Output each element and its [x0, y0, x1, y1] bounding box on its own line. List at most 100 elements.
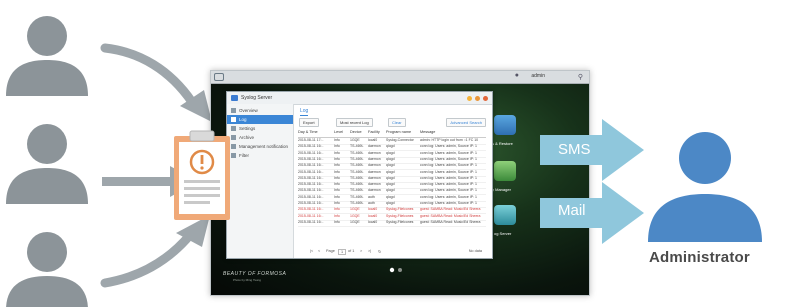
wallpaper-brand: BEAUTY OF FORMOSA	[223, 271, 287, 277]
column-header[interactable]: Program name	[386, 130, 418, 134]
user-icon-top	[6, 16, 88, 96]
tab-log[interactable]: Log	[300, 108, 309, 116]
close-button[interactable]	[483, 96, 488, 101]
search-icon[interactable]: ⚲	[578, 73, 583, 81]
table-cell-device: TS-469L	[350, 156, 364, 161]
arrow-top	[100, 43, 212, 122]
sidebar-item-log[interactable]: Log	[227, 115, 293, 124]
prev-page-button[interactable]: <	[318, 249, 320, 253]
column-header[interactable]: Device	[350, 130, 366, 134]
table-cell-device: 1GQE	[350, 207, 360, 212]
table-cell-facility: auth	[368, 201, 375, 205]
table-cell-message: admin: HTTP login out from ::1 FC 10	[420, 138, 479, 142]
table-cell-device: TS-469L	[350, 194, 364, 199]
sidebar-item-overview[interactable]: Overview	[227, 106, 293, 115]
maximize-button[interactable]	[475, 96, 480, 101]
table-cell-message: conn log: Users: admin, Source IP: 1	[420, 182, 477, 187]
user-icon[interactable]: ●	[515, 72, 519, 79]
refresh-icon[interactable]: ↻	[378, 249, 381, 254]
column-header[interactable]: Facility	[368, 130, 384, 134]
table-cell-message: conn log: Users: admin, Source IP: 1	[420, 201, 477, 205]
storage-manager-app-icon[interactable]	[494, 161, 516, 181]
table-cell-level: Info	[334, 144, 340, 149]
table-cell-device: TS-469L	[350, 163, 364, 168]
table-cell-facility: daemon	[368, 188, 381, 193]
export-button[interactable]: Export	[299, 118, 319, 127]
clear-button[interactable]: Clear	[388, 118, 406, 127]
column-header[interactable]: Message	[420, 130, 486, 134]
column-header[interactable]: Level	[334, 130, 348, 134]
table-cell-level: Info	[334, 213, 340, 218]
show-desktop-icon[interactable]	[214, 73, 224, 81]
sidebar-item-archive[interactable]: Archive	[227, 133, 293, 142]
table-cell-program: qlogd	[386, 144, 395, 149]
table-cell-program: qlogd	[386, 163, 395, 168]
table-cell-message: guest: SAMBA Read: Music/Ed Sheera	[420, 219, 481, 224]
sidebar-item-filter[interactable]: Filter	[227, 151, 293, 160]
table-cell-message: conn log: Users: admin, Source IP: 1	[420, 169, 477, 174]
syslog-server-window: Syslog Server Overview Log Settings Arch…	[226, 91, 493, 259]
table-cell-program: Syslog-Filelcones	[386, 213, 414, 218]
table-cell-level: Info	[334, 219, 340, 224]
next-page-button[interactable]: >	[360, 249, 362, 253]
table-cell-time: 2015-08-11 16:..	[298, 169, 324, 174]
total-label: No data	[468, 249, 482, 253]
table-cell-program: Syslog-Filelcones	[386, 207, 414, 212]
pagination: |< < Page 1 of 1 > >| ↻ No data	[298, 249, 486, 255]
table-header: Day & Time Level Device Facility Program…	[298, 130, 486, 138]
table-cell-time: 2015-08-11 16:..	[298, 144, 324, 149]
table-cell-program: qlogd	[386, 175, 395, 180]
table-cell-level: Info	[334, 175, 340, 180]
syslog-app-icon	[231, 95, 238, 101]
sidebar: Overview Log Settings Archive Management…	[227, 104, 294, 258]
table-cell-time: 2015-08-11 16:..	[298, 150, 324, 155]
nas-desktop-screenshot: ● admin ⚲ s & Restore y Manager og Serve…	[210, 70, 590, 296]
log-range-select[interactable]: Most recent Log	[336, 118, 373, 127]
table-cell-time: 2015-08-11 16:..	[298, 194, 324, 199]
wallpaper-credit: Photo by Ming Tsung	[233, 278, 261, 282]
sms-label: SMS	[558, 141, 591, 158]
table-cell-time: 2015-08-11 16:..	[298, 213, 324, 218]
table-cell-device: 1GQE	[350, 219, 360, 224]
page-input[interactable]: 1	[338, 249, 347, 255]
sidebar-item-settings[interactable]: Settings	[227, 124, 293, 133]
taskbar-username[interactable]: admin	[531, 73, 545, 79]
administrator-label: Administrator	[649, 249, 750, 266]
table-cell-program: qlogd	[386, 188, 395, 193]
first-page-button[interactable]: |<	[310, 249, 313, 253]
syslog-server-app-icon[interactable]	[494, 205, 516, 225]
table-cell-device: 1GQE	[350, 213, 360, 218]
user-icon-bottom	[6, 232, 88, 307]
table-cell-level: Info	[334, 207, 340, 212]
minimize-button[interactable]	[467, 96, 472, 101]
table-cell-level: Info	[334, 201, 340, 205]
sidebar-item-label: Overview	[239, 108, 258, 113]
mail-label: Mail	[558, 202, 586, 219]
table-cell-level: Info	[334, 188, 340, 193]
column-header[interactable]: Day & Time	[298, 130, 332, 134]
administrator-icon	[648, 132, 762, 242]
overview-icon	[231, 108, 236, 114]
log-panel: Log Export Most recent Log Clear Advance…	[294, 104, 492, 258]
sidebar-item-notification[interactable]: Management notification	[227, 142, 293, 151]
page-indicator[interactable]	[389, 267, 405, 273]
table-cell-facility: daemon	[368, 169, 381, 174]
table-cell-message: conn log: Users: admin, Source IP: 1	[420, 194, 477, 199]
sidebar-item-label: Settings	[239, 126, 256, 131]
table-cell-message: conn log: Users: admin, Source IP: 1	[420, 144, 477, 149]
advanced-search-button[interactable]: Advanced Search	[446, 118, 486, 127]
last-page-button[interactable]: >|	[368, 249, 371, 253]
table-cell-time: 2015-08-11 16:..	[298, 156, 324, 161]
sidebar-item-label: Management notification	[239, 144, 289, 149]
window-title: Syslog Server	[241, 95, 273, 101]
table-cell-device: TS-469L	[350, 188, 364, 193]
table-row[interactable]: 2015-08-11 16:.. Info 1GQE local0 Syslog-Fil…	[298, 220, 486, 227]
table-cell-time: 2015-08-11 16:..	[298, 175, 324, 180]
table-cell-facility: daemon	[368, 150, 381, 155]
table-cell-time: 2015-08-11 16:..	[298, 219, 324, 224]
table-cell-message: conn log: Users: admin, Source IP: 1	[420, 188, 477, 193]
backup-restore-app-icon[interactable]	[494, 115, 516, 135]
taskbar: ● admin ⚲	[211, 71, 589, 84]
table-cell-device: 1GQE	[350, 138, 360, 142]
table-cell-device: TS-469L	[350, 182, 364, 187]
